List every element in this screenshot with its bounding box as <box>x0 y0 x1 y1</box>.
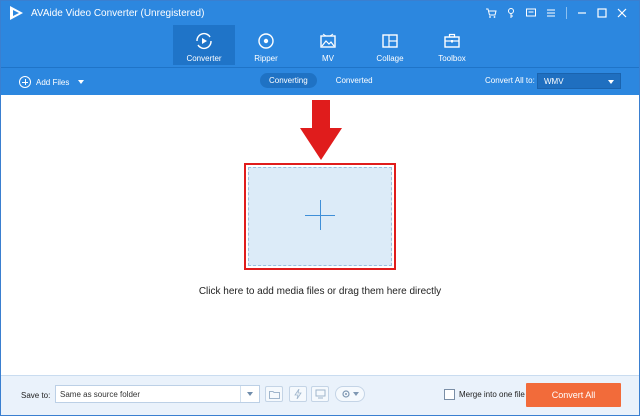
lightning-icon <box>294 389 302 399</box>
nav-mv[interactable]: MV <box>297 25 359 65</box>
save-path-select[interactable]: Same as source folder <box>55 385 260 403</box>
save-to-label: Save to: <box>21 391 51 400</box>
convert-all-button[interactable]: Convert All <box>526 383 621 407</box>
chevron-down-icon[interactable] <box>78 80 85 84</box>
output-format-select[interactable]: WMV <box>537 73 621 89</box>
gpu-icon <box>315 389 325 399</box>
nav-toolbox[interactable]: Toolbox <box>421 25 483 65</box>
convert-status-tabs: Converting Converted <box>260 73 382 88</box>
chevron-down-icon <box>353 392 359 396</box>
nav-collage[interactable]: Collage <box>359 25 421 65</box>
key-icon[interactable] <box>504 6 518 20</box>
merge-label: Merge into one file <box>459 390 525 399</box>
play-logo-icon <box>10 6 23 20</box>
merge-checkbox[interactable] <box>444 389 455 400</box>
nav-mv-label: MV <box>322 54 334 63</box>
ripper-icon <box>256 31 276 51</box>
window-controls <box>484 6 629 20</box>
save-path-value: Same as source folder <box>60 389 141 399</box>
nav-converter[interactable]: Converter <box>173 25 235 65</box>
nav-converter-label: Converter <box>186 54 222 63</box>
red-arrow-down-icon <box>300 100 342 160</box>
folder-icon <box>268 390 280 399</box>
app-title: AVAide Video Converter (Unregistered) <box>31 8 205 19</box>
chevron-down-icon <box>608 80 614 84</box>
tab-converted[interactable]: Converted <box>327 73 382 88</box>
nav-ripper-label: Ripper <box>254 54 278 63</box>
toolbox-icon <box>442 31 462 51</box>
main-nav: Converter Ripper MV Collage Toolbox <box>173 25 483 65</box>
maximize-icon[interactable] <box>595 6 609 20</box>
title-bar: AVAide Video Converter (Unregistered) Co… <box>1 1 639 67</box>
open-folder-button[interactable] <box>265 386 283 402</box>
hardware-acceleration-button[interactable] <box>289 386 307 402</box>
minimize-icon[interactable] <box>575 6 589 20</box>
bottom-bar: Save to: Same as source folder Merge int… <box>1 375 639 415</box>
collage-icon <box>380 31 400 51</box>
chevron-down-icon[interactable] <box>240 386 259 402</box>
convert-all-to-label: Convert All to: <box>485 76 535 85</box>
menu-icon[interactable] <box>544 6 558 20</box>
merge-option[interactable]: Merge into one file <box>444 389 525 400</box>
gear-icon <box>342 390 350 398</box>
mv-icon <box>318 31 338 51</box>
gpu-acceleration-button[interactable] <box>311 386 329 402</box>
converter-icon <box>194 31 214 51</box>
plus-icon[interactable] <box>305 200 335 230</box>
cart-icon[interactable] <box>484 6 498 20</box>
feedback-icon[interactable] <box>524 6 538 20</box>
output-settings-button[interactable] <box>335 386 365 402</box>
add-circle-icon <box>19 76 31 88</box>
converter-toolbar: Add Files Converting Converted Convert A… <box>1 67 639 95</box>
output-format-value: WMV <box>544 76 564 86</box>
nav-collage-label: Collage <box>376 54 404 63</box>
close-icon[interactable] <box>615 6 629 20</box>
add-files-button[interactable]: Add Files <box>19 76 85 88</box>
drop-hint-text: Click here to add media files or drag th… <box>198 286 442 297</box>
window-controls-divider <box>566 7 567 19</box>
add-files-label: Add Files <box>36 77 70 87</box>
tab-converting[interactable]: Converting <box>260 73 317 88</box>
nav-toolbox-label: Toolbox <box>438 54 466 63</box>
nav-ripper[interactable]: Ripper <box>235 25 297 65</box>
